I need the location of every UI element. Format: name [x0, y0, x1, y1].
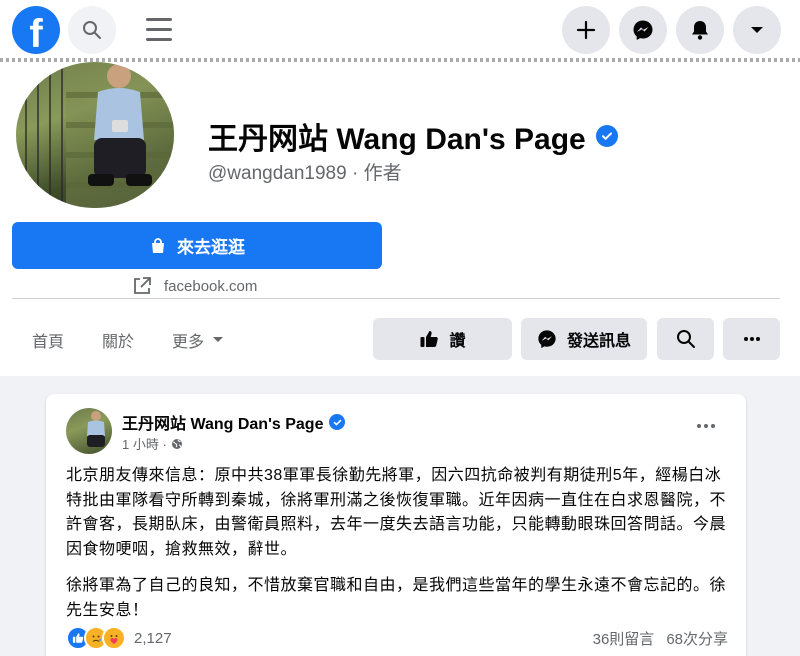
dot-icon — [697, 424, 701, 428]
bell-icon — [692, 21, 708, 40]
post-paragraph: 北京朋友傳來信息：原中共38軍軍長徐勤先將軍，因六四抗命被判有期徒刑5年，經楊白… — [66, 467, 727, 558]
more-horizontal-icon — [743, 337, 760, 341]
top-navbar: f — [0, 0, 800, 58]
search-icon — [676, 330, 695, 348]
caret-down-icon — [213, 337, 224, 342]
post-engagement-counts: 36則留言 68次分享 — [593, 628, 728, 649]
messenger-icon — [538, 330, 556, 349]
reaction-summary[interactable]: 2,127 — [66, 626, 172, 650]
post-paragraph: 徐將軍為了自己的良知，不惜放棄官職和自由，是我們這些當年的學生永遠不會忘記的。徐… — [66, 577, 727, 619]
send-message-label: 發送訊息 — [566, 333, 631, 350]
tab-home[interactable]: 首頁 — [32, 328, 64, 352]
messenger-button[interactable] — [619, 6, 667, 54]
plus-icon — [576, 20, 596, 40]
like-page-button[interactable]: 讚 — [373, 318, 512, 360]
menu-line — [146, 17, 172, 21]
menu-line — [146, 37, 172, 41]
tab-more[interactable]: 更多 — [172, 328, 224, 352]
account-menu-button[interactable] — [733, 6, 781, 54]
verified-badge-icon — [595, 125, 618, 147]
messenger-icon — [633, 20, 653, 40]
profile-picture[interactable] — [16, 62, 174, 208]
shop-button-label: 來去逛逛 — [177, 238, 245, 257]
page-title: 王丹网站 Wang Dan's Page — [208, 114, 618, 158]
caret-down-icon — [751, 27, 763, 33]
facebook-logo[interactable]: f — [12, 6, 60, 54]
reaction-count: 2,127 — [134, 629, 172, 647]
globe-icon — [171, 438, 182, 449]
care-reaction-icon — [102, 626, 126, 650]
share-count[interactable]: 68次分享 — [666, 628, 728, 649]
external-link-icon — [134, 277, 151, 294]
search-icon — [83, 21, 101, 39]
hamburger-menu-button[interactable] — [146, 10, 180, 48]
cover-photo-edge — [0, 58, 800, 62]
post-author[interactable]: 王丹网站 Wang Dan's Page — [122, 410, 346, 434]
shop-button[interactable]: 來去逛逛 — [12, 222, 382, 269]
website-link[interactable]: facebook.com — [132, 276, 257, 296]
thumbs-up-icon — [420, 331, 439, 347]
post-timestamp: 1 小時 · — [122, 437, 167, 452]
post-meta[interactable]: 1 小時 · — [122, 434, 183, 453]
post-author-avatar[interactable] — [66, 408, 112, 454]
tab-home-label: 首頁 — [32, 334, 65, 351]
verified-badge-icon — [329, 414, 346, 430]
page-header: 王丹网站 Wang Dan's Page @wangdan1989 · 作者 來… — [0, 58, 800, 376]
tab-about-label: 關於 — [102, 334, 135, 351]
post-options-button[interactable] — [692, 416, 720, 436]
header-divider — [12, 298, 780, 299]
dot-icon — [704, 424, 708, 428]
menu-line — [146, 27, 172, 31]
send-message-button[interactable]: 發送訊息 — [521, 318, 647, 360]
page-name: 王丹网站 Wang Dan's Page — [208, 123, 586, 156]
search-button[interactable] — [68, 6, 116, 54]
avatar-photo-illustration — [87, 411, 105, 447]
profile-photo-illustration — [25, 62, 174, 208]
shopping-bag-icon — [152, 237, 164, 253]
post-author-name: 王丹网站 Wang Dan's Page — [122, 416, 324, 433]
post-body: 北京朋友傳來信息：原中共38軍軍長徐勤先將軍，因六四抗命被判有期徒刑5年，經楊白… — [66, 464, 730, 623]
create-button[interactable] — [562, 6, 610, 54]
page-more-options-button[interactable] — [723, 318, 780, 360]
page-search-button[interactable] — [657, 318, 714, 360]
tab-about[interactable]: 關於 — [102, 328, 134, 352]
website-link-text: facebook.com — [164, 277, 258, 295]
dot-icon — [711, 424, 715, 428]
comment-count[interactable]: 36則留言 — [593, 628, 655, 649]
page-handle: @wangdan1989 · 作者 — [208, 163, 402, 184]
like-page-label: 讚 — [449, 333, 466, 350]
post-card: 王丹网站 Wang Dan's Page 1 小時 · 北京朋友傳來信息：原中共… — [46, 394, 746, 656]
page-tabs: 首頁 關於 更多 — [32, 328, 224, 352]
tab-more-label: 更多 — [172, 334, 205, 351]
notifications-button[interactable] — [676, 6, 724, 54]
